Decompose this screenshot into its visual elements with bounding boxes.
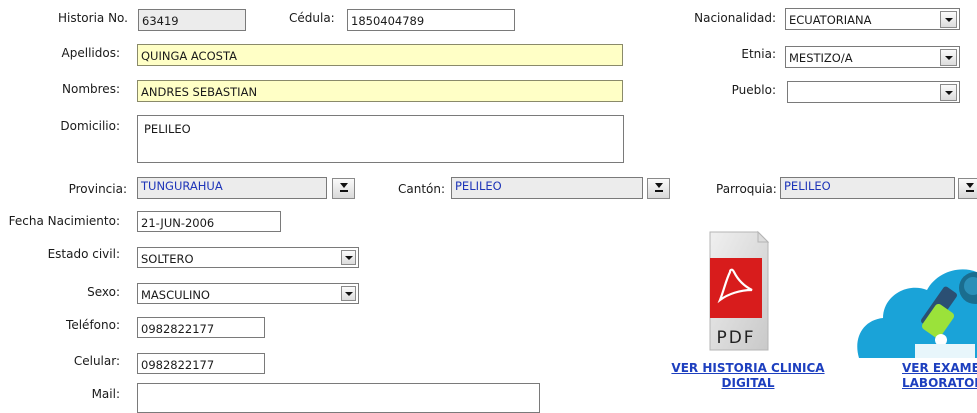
- telefono-field[interactable]: 0982822177: [137, 317, 265, 338]
- canton-field[interactable]: PELILEO: [451, 177, 643, 199]
- arrow-down-icon: [655, 183, 663, 188]
- nombres-label: Nombres:: [62, 82, 120, 96]
- microscope-cloud-icon[interactable]: [853, 246, 977, 358]
- pueblo-dropdown-button[interactable]: [940, 84, 957, 101]
- mail-label: Mail:: [91, 387, 120, 401]
- estado-civil-select[interactable]: SOLTERO: [137, 247, 359, 268]
- mail-field[interactable]: [137, 383, 540, 413]
- pueblo-select[interactable]: [787, 81, 960, 103]
- historia-field[interactable]: 63419: [138, 9, 246, 31]
- ver-examenes-line2: LABORATORIO: [902, 376, 977, 390]
- sexo-dropdown-button[interactable]: [341, 286, 356, 301]
- apellidos-label: Apellidos:: [61, 46, 120, 60]
- celular-field[interactable]: 0982822177: [137, 353, 265, 374]
- apellidos-field[interactable]: QUINGA ACOSTA: [137, 44, 623, 66]
- nacionalidad-label: Nacionalidad:: [694, 11, 776, 25]
- estado-civil-dropdown-button[interactable]: [341, 250, 356, 265]
- parroquia-lookup-button[interactable]: [958, 178, 977, 199]
- canton-lookup-button[interactable]: [647, 178, 670, 199]
- sexo-select[interactable]: MASCULINO: [137, 283, 359, 304]
- cedula-label: Cédula:: [289, 11, 335, 25]
- domicilio-textarea[interactable]: PELILEO: [137, 115, 624, 163]
- pdf-icon-text: PDF: [716, 328, 755, 348]
- chevron-down-icon: [945, 18, 953, 22]
- pueblo-label: Pueblo:: [731, 83, 776, 97]
- arrow-down-icon: [340, 183, 348, 188]
- pdf-document-icon[interactable]: PDF: [700, 228, 772, 354]
- nacionalidad-select[interactable]: ECUATORIANA: [785, 8, 960, 30]
- canton-label: Cantón:: [398, 182, 446, 196]
- provincia-field[interactable]: TUNGURAHUA: [137, 177, 327, 199]
- nacionalidad-dropdown-button[interactable]: [940, 11, 957, 28]
- chevron-down-icon: [345, 256, 353, 260]
- chevron-down-icon: [945, 56, 953, 60]
- etnia-select[interactable]: MESTIZO/A: [785, 46, 960, 68]
- provincia-lookup-button[interactable]: [332, 178, 355, 199]
- provincia-label: Provincia:: [68, 182, 127, 196]
- celular-label: Celular:: [73, 354, 120, 368]
- fecha-nacimiento-label: Fecha Nacimiento:: [8, 214, 120, 228]
- arrow-down-icon: [966, 183, 974, 188]
- ver-examenes-laboratorio-link[interactable]: VER EXAMENES LABORATORIO: [872, 361, 977, 391]
- parroquia-field[interactable]: PELILEO: [780, 177, 955, 199]
- cedula-field[interactable]: 1850404789: [347, 9, 515, 31]
- telefono-label: Teléfono:: [66, 318, 120, 332]
- estado-civil-label: Estado civil:: [47, 247, 120, 261]
- chevron-down-icon: [345, 292, 353, 296]
- ver-historia-line2: DIGITAL: [721, 376, 775, 390]
- ver-examenes-line1: VER EXAMENES: [902, 361, 977, 375]
- etnia-dropdown-button[interactable]: [940, 49, 957, 66]
- historia-label: Historia No.: [57, 11, 128, 25]
- sexo-label: Sexo:: [87, 285, 120, 299]
- domicilio-label: Domicilio:: [60, 119, 120, 133]
- ver-historia-line1: VER HISTORIA CLINICA: [671, 361, 825, 375]
- ver-historia-clinica-link[interactable]: VER HISTORIA CLINICA DIGITAL: [668, 361, 828, 391]
- fecha-nacimiento-field[interactable]: 21-JUN-2006: [137, 211, 281, 232]
- etnia-label: Etnia:: [741, 47, 776, 61]
- nombres-field[interactable]: ANDRES SEBASTIAN: [137, 80, 623, 102]
- parroquia-label: Parroquia:: [716, 182, 777, 196]
- chevron-down-icon: [945, 91, 953, 95]
